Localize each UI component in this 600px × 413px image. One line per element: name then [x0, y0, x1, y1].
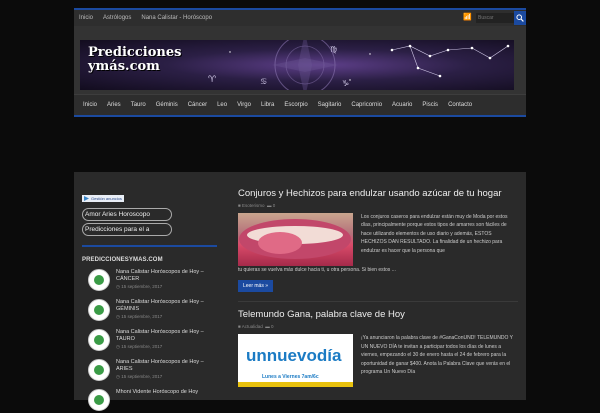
site-logo[interactable]: Predicciones ymás.com [88, 46, 181, 74]
post-thumbnail[interactable] [88, 359, 110, 381]
clock-icon: ◷ [116, 314, 120, 319]
sidebar-post-date: ◷ 15 septiembre, 2017 [116, 374, 217, 380]
folder-icon: ■ [238, 203, 241, 208]
post-thumbnail[interactable] [88, 299, 110, 321]
svg-text:♈: ♈ [208, 75, 217, 85]
nav-item-piscis[interactable]: Piscis [417, 102, 443, 108]
nav-item-inicio[interactable]: Inicio [78, 102, 102, 108]
article-title[interactable]: Conjuros y Hechizos para endulzar usando… [238, 188, 518, 199]
sidebar-post-title[interactable]: Nana Calistar Horóscopos de Hoy – TAURO [116, 329, 217, 343]
rss-icon[interactable]: 📶 [463, 14, 472, 22]
post-thumbnail[interactable] [88, 329, 110, 351]
article-excerpt: ¡Ya anunciaron la palabra clave de #Gana… [361, 335, 513, 376]
nav-item-tauro[interactable]: Tauro [126, 102, 151, 108]
article-category[interactable]: Actualidad [242, 324, 263, 329]
sidebar-widget-title: PREDICCIONESYMAS.COM [82, 257, 163, 263]
lips-illustration [239, 219, 351, 259]
article-category[interactable]: Esoterismo [242, 203, 265, 208]
sidebar-post-title[interactable]: Nana Calistar Horóscopos de Hoy – CÁNCER [116, 269, 217, 283]
sidebar-post[interactable]: Nana Calistar Horóscopos de Hoy – GÉMINI… [82, 299, 217, 323]
nav-item-capricornio[interactable]: Capricornio [346, 102, 387, 108]
search-input[interactable] [476, 13, 514, 23]
logo-line-2: ymás.com [88, 59, 160, 74]
un-nuevo-dia-logo: unnuevodía [246, 346, 342, 366]
article-excerpt-tail: tu quieras se vuelva más dulce hacia ti,… [238, 267, 396, 273]
top-link-nana-calistar[interactable]: Nana Calistar - Horóscopo [136, 15, 217, 21]
site-container: Inicio Astrólogos Nana Calistar - Horósc… [74, 8, 526, 117]
nav-item-leo[interactable]: Leo [212, 102, 232, 108]
nav-item-acuario[interactable]: Acuario [387, 102, 417, 108]
sidebar-post[interactable]: Nana Calistar Horóscopos de Hoy – TAURO … [82, 329, 217, 353]
folder-icon: ■ [238, 324, 241, 330]
sidebar-post-date: ◷ 15 septiembre, 2017 [116, 344, 217, 350]
clock-icon: ◷ [116, 284, 120, 289]
article-card: Conjuros y Hechizos para endulzar usando… [238, 188, 518, 293]
sidebar-post-date-text: 15 septiembre, 2017 [121, 284, 163, 289]
svg-text:♑: ♑ [342, 79, 349, 88]
sidebar-divider [82, 245, 217, 247]
article-excerpt: Los conjuros caseros para endulzar están… [361, 214, 508, 254]
post-thumbnail[interactable] [88, 389, 110, 411]
yellow-stripe [238, 382, 353, 388]
sidebar-post-date-text: 15 septiembre, 2017 [121, 344, 163, 349]
comments-icon: ▬ [265, 324, 270, 330]
top-bar: Inicio Astrólogos Nana Calistar - Horósc… [74, 8, 526, 26]
top-link-astrologos[interactable]: Astrólogos [98, 15, 136, 21]
article-card: Telemundo Gana, palabra clave de Hoy ■ A… [238, 309, 518, 388]
article-meta: ■ Esoterismo ▬ 0 [238, 203, 518, 208]
article-list: Conjuros y Hechizos para endulzar usando… [238, 188, 518, 388]
sidebar-post-date-text: 15 septiembre, 2017 [121, 374, 163, 379]
nav-item-libra[interactable]: Libra [256, 102, 279, 108]
ad-link-amor-aries[interactable]: Amor Aries Horoscopo [82, 208, 172, 221]
nav-item-geminis[interactable]: Géminis [151, 102, 183, 108]
sidebar-post-date: ◷ 15 septiembre, 2017 [116, 314, 217, 320]
article-comments[interactable]: 0 [273, 203, 276, 208]
search-box [476, 11, 526, 25]
sidebar-post-date-text: 15 septiembre, 2017 [121, 314, 163, 319]
nav-item-cancer[interactable]: Cáncer [183, 102, 212, 108]
nav-item-contacto[interactable]: Contacto [443, 102, 477, 108]
logo-line-1: Predicciones [88, 45, 182, 60]
ad-link-predicciones[interactable]: Predicciones para el a [82, 223, 172, 236]
article-comments[interactable]: 0 [271, 324, 274, 329]
nav-item-virgo[interactable]: Virgo [232, 102, 256, 108]
post-thumbnail[interactable] [88, 269, 110, 291]
sidebar-post[interactable]: Nana Calistar Horóscopos de Hoy – ARIES … [82, 359, 217, 383]
sidebar-post[interactable]: Mhoni Vidente Horóscopo de Hoy [82, 389, 217, 413]
comments-icon: ▬ [267, 203, 272, 208]
ad-choices-icon [84, 196, 89, 201]
article-title[interactable]: Telemundo Gana, palabra clave de Hoy [238, 309, 518, 320]
header-banner[interactable]: ♈ ♋ ♍ ♑ Predicciones ymás.com [80, 40, 514, 90]
article-image-un-nuevo-dia[interactable]: unnuevodía Lunes a Viernes 7am/6c [238, 334, 353, 388]
clock-icon: ◷ [116, 344, 120, 349]
clock-icon: ◷ [116, 374, 120, 379]
svg-text:♋: ♋ [260, 77, 267, 86]
sidebar: Gestión anuncios Amor Aries Horoscopo Pr… [82, 188, 217, 413]
sidebar-post-title[interactable]: Mhoni Vidente Horóscopo de Hoy [116, 389, 198, 396]
site-header: ♈ ♋ ♍ ♑ Predicciones ymás.com [74, 26, 526, 94]
ad-choices-label: Gestión anuncios [91, 196, 122, 201]
sidebar-post-title[interactable]: Nana Calistar Horóscopos de Hoy – ARIES [116, 359, 217, 373]
read-more-button[interactable]: Leer más » [238, 280, 274, 293]
article-meta: ■ Actualidad ▬ 0 [238, 324, 518, 329]
article-body: Los conjuros caseros para endulzar están… [238, 213, 518, 266]
article-body: unnuevodía Lunes a Viernes 7am/6c ¡Ya an… [238, 334, 518, 388]
sidebar-post[interactable]: Nana Calistar Horóscopos de Hoy – CÁNCER… [82, 269, 217, 293]
svg-text:♍: ♍ [330, 45, 337, 54]
sidebar-post-title[interactable]: Nana Calistar Horóscopos de Hoy – GÉMINI… [116, 299, 217, 313]
main-nav: Inicio Aries Tauro Géminis Cáncer Leo Vi… [74, 94, 526, 117]
un-nuevo-dia-schedule: Lunes a Viernes 7am/6c [262, 374, 319, 381]
top-link-inicio[interactable]: Inicio [74, 15, 98, 21]
nav-item-aries[interactable]: Aries [102, 102, 126, 108]
sidebar-post-date: ◷ 15 septiembre, 2017 [116, 284, 217, 290]
nav-item-escorpio[interactable]: Escorpio [279, 102, 312, 108]
ad-choices-badge[interactable]: Gestión anuncios [82, 195, 124, 202]
article-image-lips[interactable] [238, 213, 353, 266]
content-area: Gestión anuncios Amor Aries Horoscopo Pr… [74, 172, 526, 411]
nav-item-sagitario[interactable]: Sagitario [313, 102, 347, 108]
search-icon [516, 14, 524, 22]
article-divider [238, 301, 518, 303]
search-button[interactable] [514, 11, 526, 25]
